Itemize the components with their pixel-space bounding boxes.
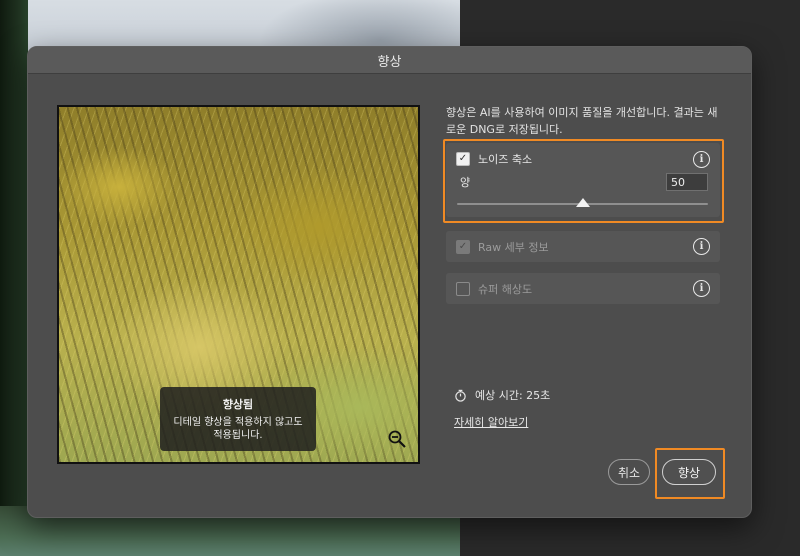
- noise-reduction-highlight: [443, 139, 724, 223]
- info-icon[interactable]: i: [693, 238, 710, 255]
- enhance-button-highlight: [655, 448, 725, 499]
- badge-desc-line2: 적용됩니다.: [213, 430, 263, 441]
- raw-details-label: Raw 세부 정보: [478, 240, 549, 254]
- super-resolution-group: 슈퍼 해상도 i: [446, 273, 720, 304]
- dialog-title: 향상: [28, 47, 751, 74]
- background-tree: [0, 0, 28, 556]
- stopwatch-icon: [455, 389, 466, 402]
- zoom-out-icon[interactable]: [387, 429, 407, 449]
- preview-image[interactable]: 향상됨 디테일 향상을 적용하지 않고도 적용됩니다.: [57, 105, 420, 464]
- super-resolution-label: 슈퍼 해상도: [478, 282, 533, 296]
- estimate-time: 예상 시간: 25초: [454, 387, 550, 403]
- badge-title: 향상됨: [222, 398, 254, 411]
- learn-more-link[interactable]: 자세히 알아보기: [454, 414, 528, 430]
- enhanced-badge: 향상됨 디테일 향상을 적용하지 않고도 적용됩니다.: [160, 387, 316, 451]
- badge-description: 디테일 향상을 적용하지 않고도 적용됩니다.: [173, 416, 302, 442]
- cancel-button[interactable]: 취소: [608, 459, 650, 485]
- raw-details-checkbox[interactable]: ✓: [456, 239, 470, 254]
- badge-desc-line1: 디테일 향상을 적용하지 않고도: [173, 417, 303, 428]
- raw-details-group: ✓ Raw 세부 정보 i: [446, 231, 720, 262]
- estimate-text: 예상 시간: 25초: [475, 389, 551, 402]
- info-icon[interactable]: i: [693, 280, 710, 297]
- enhance-dialog: 향상 향상됨 디테일 향상을 적용하지 않고도 적용됩니다. 향상은 AI를 사…: [27, 46, 752, 518]
- dialog-description: 향상은 AI를 사용하여 이미지 품질을 개선합니다. 결과는 새로운 DNG로…: [446, 106, 718, 136]
- super-resolution-checkbox[interactable]: [456, 281, 470, 296]
